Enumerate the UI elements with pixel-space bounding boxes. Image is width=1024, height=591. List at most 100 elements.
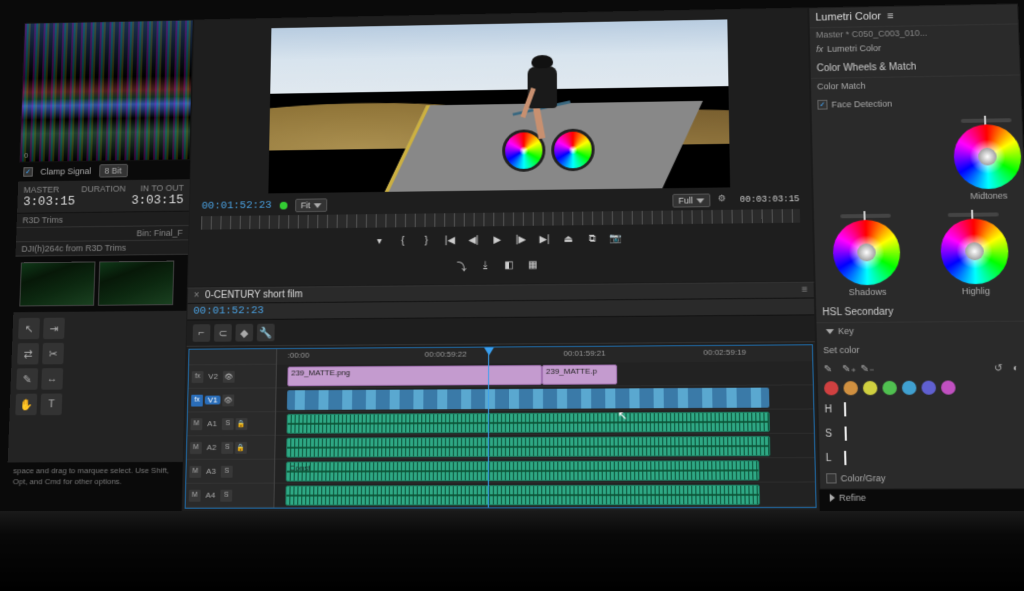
eyedropper-remove-icon[interactable]: ✎₋ [860,364,873,376]
project-thumbnails [13,255,188,313]
close-sequence-icon[interactable]: × [194,290,200,301]
section-hsl-secondary[interactable]: HSL Secondary [816,302,1024,324]
go-to-out-icon[interactable]: ▶| [536,230,554,248]
selection-tool-icon[interactable]: ↖ [18,318,40,339]
timeline-playhead-timecode[interactable]: 00:01:52:23 [193,305,264,317]
track-label-v2: V2 [205,372,221,381]
resolution-dropdown[interactable]: Full [672,193,710,207]
sequence-name-tab[interactable]: 0-CENTURY short film [205,289,303,301]
status-indicator-icon [279,202,287,210]
shadows-label: Shadows [849,287,887,297]
master-timecode: 3:03:15 [23,194,75,209]
mute-a1[interactable]: M [190,418,202,430]
linked-selection-icon[interactable]: ⊂ [214,324,232,342]
marker-icon[interactable]: ◆ [235,324,253,342]
marquee-hint: space and drag to marquee select. Use Sh… [7,462,183,491]
eyedropper-icon[interactable]: ✎ [824,364,837,376]
program-duration-timecode: 00:03:03:15 [740,194,800,205]
timeline-tracks-area[interactable]: :00:00 00:00:59:22 00:01:59:21 00:02:59:… [274,345,815,507]
color-gray-checkbox[interactable] [826,473,837,483]
reset-icon[interactable]: ↺ [994,363,1007,375]
color-swatch[interactable] [941,380,956,394]
track-label-a4: A4 [203,491,219,500]
hue-label: H [824,404,832,415]
lumetri-panel-title: Lumetri Color [815,11,881,24]
audio-clip[interactable] [285,485,760,506]
color-swatch[interactable] [882,381,897,395]
step-forward-icon[interactable]: |▶ [512,231,530,249]
hand-tool-icon[interactable]: ✋ [15,394,37,416]
track-label-a3: A3 [203,467,219,476]
clip-thumbnail[interactable] [19,262,95,307]
track-label-a1: A1 [204,419,220,428]
color-swatch[interactable] [843,381,858,395]
clamp-signal-checkbox[interactable] [23,167,33,177]
sat-label: S [825,428,832,439]
scope-tick-0: 0 [24,151,29,160]
mark-out-icon[interactable]: } [417,232,435,250]
highlights-color-wheel[interactable] [940,218,1010,284]
program-monitor[interactable] [268,19,730,193]
zoom-fit-dropdown[interactable]: Fit [295,198,327,212]
lift-icon[interactable]: ⏏ [559,230,577,248]
export-frame-icon[interactable]: 📷 [607,230,625,248]
snap-icon[interactable]: ⌐ [193,324,211,342]
video-clip[interactable] [287,388,770,410]
midtones-label: Midtones [970,191,1008,201]
pen-tool-icon[interactable]: ✎ [16,368,38,390]
eyedropper-add-icon[interactable]: ✎₊ [842,364,855,376]
mark-in-icon[interactable]: { [394,232,412,250]
audio-clip[interactable] [286,436,771,458]
shadows-color-wheel[interactable] [832,220,901,286]
video-clip[interactable]: 239_MATTE.p [542,365,617,385]
clip-thumbnail[interactable] [98,261,174,306]
go-to-in-icon[interactable]: |◀ [441,231,459,249]
color-swatch[interactable] [863,381,878,395]
type-tool-icon[interactable]: T [40,393,62,415]
effect-name[interactable]: Lumetri Color [827,43,881,54]
laptop-hinge [0,511,1024,591]
wrench-icon[interactable]: 🔧 [257,324,275,342]
track-label-v1[interactable]: V1 [205,396,221,405]
overwrite-icon[interactable]: ⤓ [476,256,494,274]
track-target-v1[interactable]: fx [191,394,203,406]
color-swatch[interactable] [921,381,936,395]
bit-depth-dropdown[interactable]: 8 Bit [99,164,128,178]
color-swatch[interactable] [902,381,917,395]
face-detection-label: Face Detection [831,99,892,110]
highlights-label: Highlig [962,286,991,296]
key-label[interactable]: Key [838,326,854,336]
ripple-tool-icon[interactable]: ⇄ [17,343,39,365]
insert-icon[interactable]: ⤵ [453,257,471,275]
panel-menu-icon[interactable]: ≡ [887,11,894,23]
safe-margins-icon[interactable]: ▦ [524,256,542,274]
track-target-v2[interactable]: fx [192,371,204,383]
play-icon[interactable]: ▶ [488,231,506,249]
video-clip[interactable]: 239_MATTE.png [287,365,542,386]
razor-tool-icon[interactable]: ✂ [42,343,64,365]
add-marker-icon[interactable]: ▾ [370,232,388,250]
compare-icon[interactable]: ◧ [500,256,518,274]
color-swatch[interactable] [824,381,839,395]
set-color-label: Set color [823,345,859,355]
shadows-slider[interactable] [840,214,891,219]
face-detection-checkbox[interactable] [817,100,827,110]
color-gray-label: Color/Gray [841,473,886,483]
duration-label: DURATION [81,184,125,194]
settings-icon[interactable]: ⚙ [718,193,732,207]
step-back-icon[interactable]: ◀| [465,231,483,249]
midtones-color-wheel[interactable] [953,124,1022,189]
highlights-slider[interactable] [948,212,999,217]
midtones-slider[interactable] [961,118,1012,123]
audio-clip[interactable] [286,412,770,434]
slip-tool-icon[interactable]: ↔ [41,368,63,390]
track-select-tool-icon[interactable]: ⇥ [43,318,65,339]
audio-clip[interactable]: Const [285,460,760,481]
panel-menu-icon[interactable]: ≡ [802,285,808,296]
luma-label: L [826,452,832,463]
program-current-timecode[interactable]: 00:01:52:23 [201,200,271,212]
refine-label[interactable]: Refine [839,493,866,503]
extract-icon[interactable]: ⧉ [583,230,601,248]
mask-icon[interactable]: ◐ [1013,363,1024,375]
in-to-out-timecode: 3:03:15 [131,193,184,208]
